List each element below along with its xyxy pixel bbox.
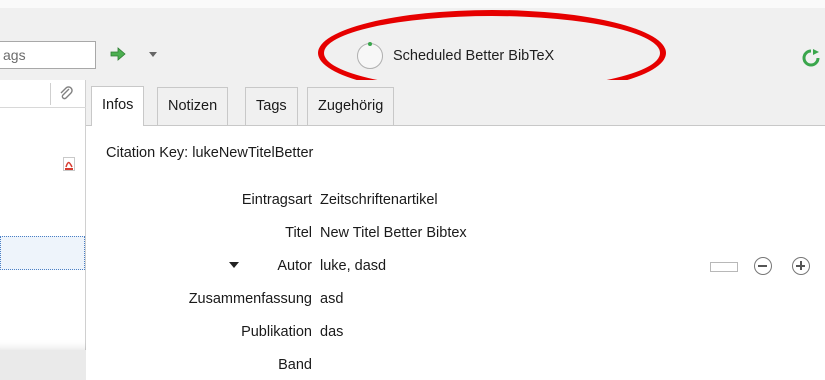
tab-notizen[interactable]: Notizen xyxy=(157,87,229,125)
tag-search-input[interactable]: ags xyxy=(0,41,96,69)
sync-icon[interactable] xyxy=(801,48,821,68)
forward-arrow-icon[interactable] xyxy=(110,47,126,61)
status-indicator: Scheduled Better BibTeX xyxy=(357,38,554,74)
field-label-titel: Titel xyxy=(285,225,312,241)
field-label-publikation: Publikation xyxy=(241,324,312,340)
tab-infos[interactable]: Infos xyxy=(91,86,145,126)
field-label-autor: Autor xyxy=(277,258,312,274)
minus-circle-icon[interactable] xyxy=(754,257,772,275)
title-strip xyxy=(0,0,825,8)
creator-mode-toggle[interactable] xyxy=(710,262,738,272)
field-value-eintragsart[interactable]: Zeitschriftenartikel xyxy=(320,192,438,208)
field-value-publikation[interactable]: das xyxy=(320,324,343,340)
field-value-autor[interactable]: luke, dasd xyxy=(320,258,386,274)
field-value-zusammenfassung[interactable]: asd xyxy=(320,291,343,307)
plus-circle-icon[interactable] xyxy=(792,257,810,275)
spinner-icon xyxy=(357,42,383,69)
field-label-band: Band xyxy=(278,357,312,373)
field-label-eintragsart: Eintragsart xyxy=(241,192,312,208)
tab-zugehoerig[interactable]: Zugehörig xyxy=(307,87,395,125)
list-footer xyxy=(0,350,86,380)
field-label-zusammenfassung: Zusammenfassung xyxy=(188,291,312,307)
chevron-down-icon[interactable] xyxy=(149,52,157,57)
pane-shadow xyxy=(0,80,86,350)
tab-tags[interactable]: Tags xyxy=(245,87,298,125)
field-value-titel[interactable]: New Titel Better Bibtex xyxy=(320,225,467,241)
citation-key: Citation Key: lukeNewTitelBetter xyxy=(106,145,314,161)
info-pane xyxy=(87,126,825,380)
status-text: Scheduled Better BibTeX xyxy=(393,48,555,64)
